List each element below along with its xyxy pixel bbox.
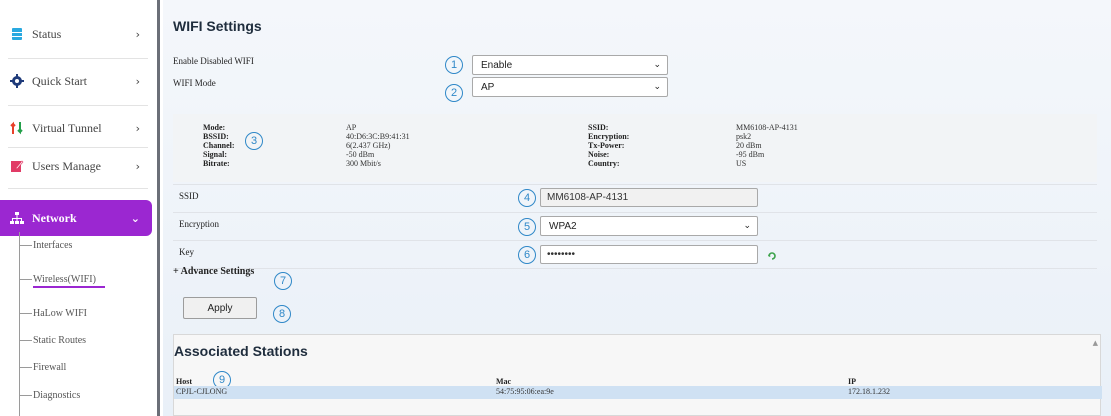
info-key-country: Country: (588, 159, 620, 168)
key-password-input[interactable]: •••••••• (540, 245, 758, 264)
sidebar-item-label: Status (32, 26, 62, 41)
sidebar-sub-item-interfaces[interactable]: Interfaces (20, 240, 72, 251)
column-header-host: Host (176, 377, 192, 386)
enable-wifi-label: Enable Disabled WIFI (173, 56, 254, 66)
sidebar-sub-item-firewall[interactable]: Firewall (20, 362, 66, 373)
info-value-bitrate: 300 Mbit/s (346, 159, 381, 168)
info-key-ssid: SSID: (588, 123, 609, 132)
wifi-info-table: Mode: BSSID: Channel: Signal: Bitrate: 3… (173, 114, 1097, 182)
info-key-bssid: BSSID: (203, 132, 229, 141)
stations-title: Associated Stations (174, 343, 308, 359)
chevron-down-icon: ⌄ (743, 221, 751, 231)
encryption-value: WPA2 (549, 220, 577, 232)
page-title: WIFI Settings (173, 18, 262, 34)
sidebar-sub-item-halow-wifi[interactable]: HaLow WIFI (20, 308, 87, 319)
column-header-ip: IP (848, 377, 856, 386)
station-mac: 54:75:95:06:ea:9e (496, 387, 554, 396)
chevron-right-icon: › (135, 121, 140, 135)
wifi-mode-label: WIFI Mode (173, 78, 216, 88)
info-key-tx-power: Tx-Power: (588, 141, 625, 150)
sidebar-item-label: Network (32, 210, 77, 225)
sidebar-sub-item-wireless[interactable]: Wireless(WIFI) (20, 274, 96, 285)
key-row: Key 6 •••••••• (173, 240, 1097, 268)
sidebar-item-virtual-tunnel[interactable]: Virtual Tunnel › (0, 110, 152, 146)
status-icon (12, 28, 22, 40)
info-value-country: US (736, 159, 747, 168)
info-key-mode: Mode: (203, 123, 226, 132)
callout-marker-2: 2 (445, 84, 463, 102)
enable-wifi-select[interactable]: Enable ⌄ (472, 55, 668, 75)
info-value-bssid: 40:D6:3C:B9:41:31 (346, 132, 410, 141)
info-value-encryption: psk2 (736, 132, 752, 141)
advance-settings-toggle[interactable]: + Advance Settings (173, 266, 254, 277)
info-key-bitrate: Bitrate: (203, 159, 230, 168)
info-value-tx-power: 20 dBm (736, 141, 762, 150)
chevron-down-icon: ⌄ (653, 82, 661, 92)
associated-stations-panel: Associated Stations ▲ Host 9 Mac IP CPJL… (173, 334, 1102, 416)
info-key-encryption: Encryption: (588, 132, 630, 141)
chevron-down-icon: ⌄ (130, 211, 140, 225)
info-value-channel: 6(2.437 GHz) (346, 141, 391, 150)
key-label: Key (179, 247, 194, 257)
sidebar-sub-item-static-routes[interactable]: Static Routes (20, 335, 86, 346)
divider (8, 58, 148, 59)
sidebar-item-users-manage[interactable]: Users Manage › (0, 148, 152, 184)
active-sub-item-indicator (33, 286, 105, 288)
info-value-mode: AP (346, 123, 357, 132)
ssid-input[interactable]: MM6108-AP-4131 (540, 188, 758, 207)
network-icon (10, 212, 24, 224)
main-panel: WIFI Settings Enable Disabled WIFI 1 Ena… (163, 0, 1111, 416)
sidebar-sub-item-diagnostics[interactable]: Diagnostics (20, 390, 80, 401)
gear-icon (10, 74, 24, 88)
encryption-row: Encryption 5 WPA2 ⌄ (173, 212, 1097, 240)
table-row[interactable] (174, 386, 1102, 399)
encryption-select[interactable]: WPA2 ⌄ (540, 216, 758, 236)
info-value-signal: -50 dBm (346, 150, 375, 159)
tunnel-icon (10, 121, 23, 135)
sidebar-item-label: Virtual Tunnel (32, 120, 102, 135)
chevron-down-icon: ⌄ (653, 60, 661, 70)
divider (173, 268, 1097, 269)
callout-marker-5: 5 (518, 218, 536, 236)
encryption-label: Encryption (179, 219, 219, 229)
ssid-label: SSID (179, 191, 199, 201)
divider (8, 105, 148, 106)
info-key-channel: Channel: (203, 141, 235, 150)
callout-marker-1: 1 (445, 56, 463, 74)
sidebar-item-label: Quick Start (32, 73, 87, 88)
submenu-tree-line (19, 232, 20, 416)
chevron-right-icon: › (135, 159, 140, 173)
callout-marker-3: 3 (245, 132, 263, 150)
divider (8, 188, 148, 189)
callout-marker-8: 8 (273, 305, 291, 323)
callout-marker-4: 4 (518, 189, 536, 207)
info-value-ssid: MM6108-AP-4131 (736, 123, 798, 132)
ssid-row: SSID 4 MM6108-AP-4131 (173, 184, 1097, 212)
scroll-up-icon[interactable]: ▲ (1093, 339, 1098, 347)
wifi-mode-value: AP (481, 81, 495, 93)
reveal-password-icon[interactable] (767, 251, 777, 261)
sidebar-item-quick-start[interactable]: Quick Start › (0, 63, 152, 99)
sidebar-item-label: Users Manage (32, 158, 101, 173)
station-ip: 172.18.1.232 (848, 387, 890, 396)
info-key-signal: Signal: (203, 150, 228, 159)
station-host: CPJL-CJLONG (176, 387, 228, 396)
info-key-noise: Noise: (588, 150, 610, 159)
enable-wifi-value: Enable (481, 59, 513, 71)
wifi-mode-select[interactable]: AP ⌄ (472, 77, 668, 97)
apply-button[interactable]: Apply (183, 297, 257, 319)
callout-marker-6: 6 (518, 246, 536, 264)
chevron-right-icon: › (135, 74, 140, 88)
info-value-noise: -95 dBm (736, 150, 765, 159)
chevron-right-icon: › (135, 27, 140, 41)
column-header-mac: Mac (496, 377, 512, 386)
sidebar-item-status[interactable]: Status › (0, 16, 152, 52)
users-edit-icon (11, 160, 24, 172)
sidebar: Status › Quick Start › Virtual Tunnel › … (0, 0, 160, 416)
sidebar-item-network[interactable]: Network ⌄ (0, 200, 152, 236)
callout-marker-7: 7 (274, 272, 292, 290)
